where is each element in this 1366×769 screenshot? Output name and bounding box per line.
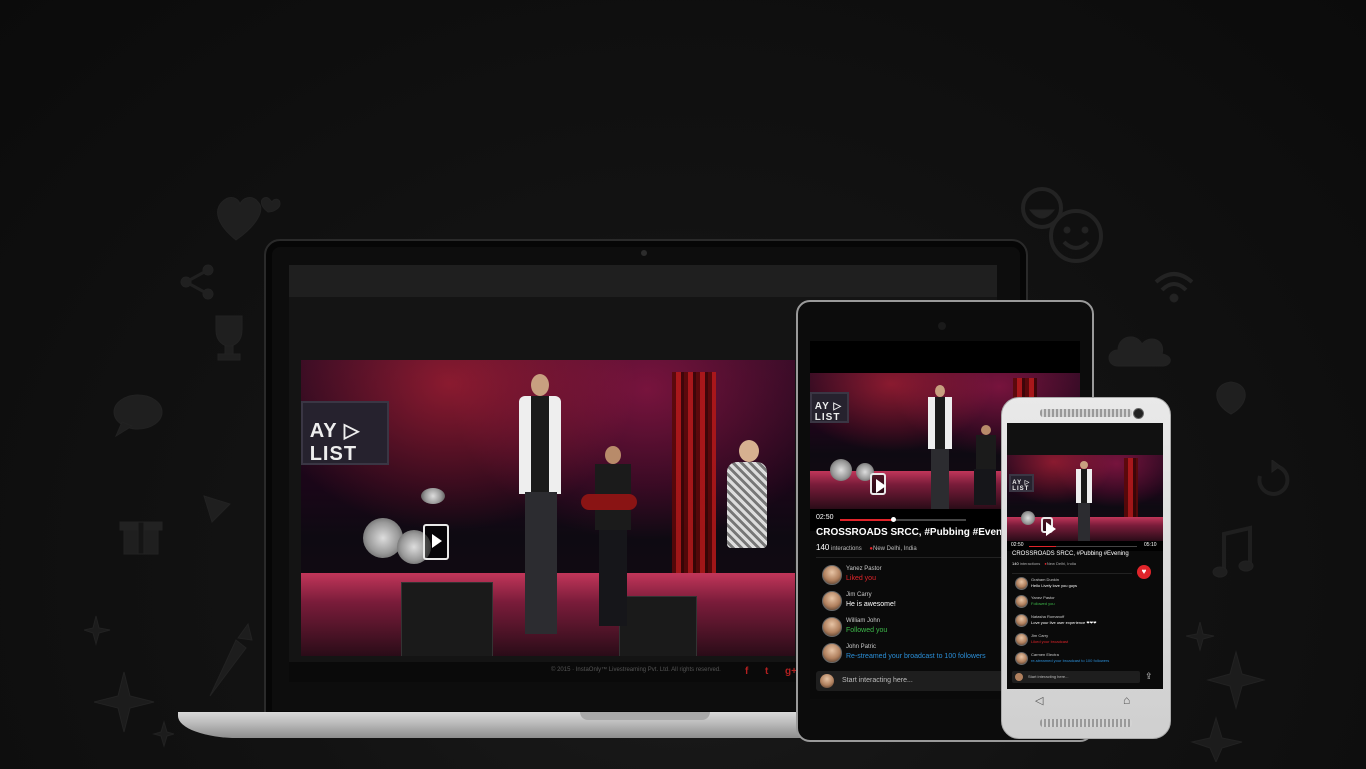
phone-location: New Delhi, India <box>1046 561 1076 566</box>
play-button[interactable] <box>423 524 449 560</box>
stage-banner: AY ▷ LIST <box>810 392 850 424</box>
phone-input-placeholder: Start interacting here... <box>1028 674 1069 679</box>
phone-progress-track[interactable]: 02:50 05:10 <box>1007 541 1163 551</box>
play-triangle-icon <box>203 495 231 523</box>
drum <box>1021 511 1035 525</box>
singer-figure <box>1075 461 1093 541</box>
guitarist-figure <box>974 425 998 505</box>
comment-item: Jim Carry Liked your broadcast <box>1007 632 1163 650</box>
female-singer-figure <box>721 440 771 600</box>
twitter-icon[interactable]: t <box>765 666 768 677</box>
laptop-camera <box>641 250 647 256</box>
play-button[interactable] <box>1041 517 1056 536</box>
phone-header-bar <box>1007 423 1163 455</box>
strawberry-icon <box>1216 381 1246 415</box>
phone-time-start: 02:50 <box>1011 542 1024 548</box>
gift-icon <box>119 521 163 555</box>
phone-camera <box>1133 408 1144 419</box>
phone-bottom-speaker <box>1040 719 1132 727</box>
phone-time-end: 05:10 <box>1144 542 1157 548</box>
phone-progress-bar <box>1029 546 1137 547</box>
carrot-icon <box>209 622 253 697</box>
phone-video-title: CROSSROADS SRCC, #Pubbing #Evening <box>1012 551 1129 557</box>
tablet-camera <box>938 322 946 330</box>
phone-interactions-count: 140 <box>1012 561 1019 566</box>
tablet-input-placeholder: Start interacting here... <box>842 677 913 684</box>
comment-item: Yanez Pastor Followed you <box>1007 594 1163 612</box>
comment-item: Graham Dunkin Hello Lively love you guys <box>1007 576 1163 594</box>
cloud-icon <box>1108 336 1171 367</box>
avatar <box>1015 577 1028 590</box>
trophy-icon <box>215 315 243 361</box>
facebook-icon[interactable]: f <box>745 666 748 677</box>
back-button[interactable]: ◁ <box>1035 694 1043 707</box>
stage-curtain <box>671 371 716 574</box>
laptop-notch <box>580 712 710 720</box>
phone-meta: 140 interactions ●New Delhi, India <box>1012 561 1076 566</box>
divider <box>1012 573 1132 574</box>
phone-navigation-bar: ◁ ⌂ <box>1007 690 1163 714</box>
singer-figure <box>926 385 954 509</box>
tablet-progress-knob[interactable] <box>890 517 896 522</box>
avatar <box>822 643 842 663</box>
avatar <box>1015 673 1023 681</box>
phone-interactions-label: interactions <box>1019 561 1041 566</box>
tablet-progress-bar <box>840 517 966 522</box>
avatar <box>822 565 842 585</box>
play-button[interactable] <box>870 473 887 495</box>
music-note-icon <box>1212 525 1254 578</box>
tablet-video-title: CROSSROADS SRCC, #Pubbing #Evening <box>816 527 1018 538</box>
chat-bubble-icon <box>113 394 163 438</box>
comment-item: Carmen Electra re-streamed your broadcas… <box>1007 651 1163 669</box>
stage-banner: AY ▷ LIST <box>1008 473 1035 492</box>
avatar <box>822 591 842 611</box>
tablet-progress-fill <box>840 519 893 521</box>
amplifier <box>401 582 493 656</box>
stage-curtain <box>1124 458 1139 517</box>
guitarist-figure <box>581 446 637 636</box>
avatar <box>820 674 834 688</box>
avatar <box>1015 595 1028 608</box>
star-icon <box>84 615 174 748</box>
home-button[interactable]: ⌂ <box>1123 693 1130 707</box>
tablet-meta: 140 interactions ●New Delhi, India <box>816 543 917 552</box>
tablet-location: New Delhi, India <box>873 546 917 552</box>
share-icon <box>180 264 214 300</box>
stars-right-icon <box>1186 622 1266 762</box>
comment-item: Natasha Romanoff Love your live user exp… <box>1007 613 1163 631</box>
laptop-video-player[interactable]: AY ▷ LIST <box>301 360 795 656</box>
tablet-header-bar <box>810 341 1080 373</box>
phone-screen: AY ▷ LIST 02:50 05:10 CROSSROADS SRCC, #… <box>1007 423 1163 689</box>
stage-banner: AY ▷ LIST <box>301 401 389 465</box>
avatar <box>822 617 842 637</box>
tablet-interactions-count: 140 <box>816 543 830 552</box>
avatar <box>1015 633 1028 646</box>
avatar <box>1015 614 1028 627</box>
phone-comment-input[interactable]: Start interacting here... <box>1012 671 1140 683</box>
refresh-icon <box>1257 460 1290 496</box>
heart-icon: ♥ <box>1141 567 1147 576</box>
singer-figure <box>515 374 565 644</box>
smiley-icon <box>1049 209 1103 263</box>
phone-video-player[interactable]: AY ▷ LIST <box>1007 455 1163 541</box>
drum <box>830 459 852 481</box>
tablet-comment-input[interactable]: Start interacting here... <box>816 671 1006 691</box>
share-icon[interactable]: ⇪ <box>1145 671 1153 682</box>
phone-progress-fill <box>1029 546 1056 547</box>
wifi-icon <box>1154 272 1194 303</box>
phone-speaker-grille <box>1040 409 1132 417</box>
tablet-time: 02:50 <box>816 514 834 521</box>
laptop-header-bar <box>289 265 997 297</box>
tablet-interactions-label: interactions <box>831 546 862 552</box>
drum <box>421 488 445 504</box>
copyright-text: © 2015 · InstaOnly™ Livestreaming Pvt. L… <box>551 667 721 673</box>
avatar <box>1015 652 1028 665</box>
